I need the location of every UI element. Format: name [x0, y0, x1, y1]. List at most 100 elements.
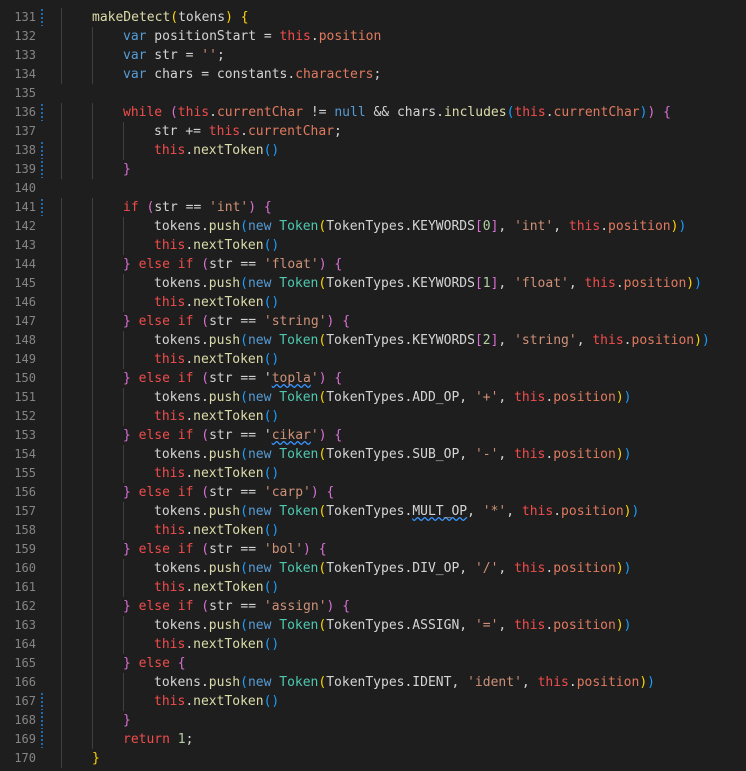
- git-modified-marker[interactable]: [41, 731, 43, 748]
- code-line[interactable]: 164 this.nextToken(): [0, 635, 746, 654]
- code-line[interactable]: 145 tokens.push(new Token(TokenTypes.KEYW…: [0, 274, 746, 293]
- code-text[interactable]: return 1;: [123, 730, 193, 749]
- code-line[interactable]: 132 var positionStart = this.position: [0, 27, 746, 46]
- code-line[interactable]: 138 this.nextToken(): [0, 141, 746, 160]
- code-text[interactable]: var str = '';: [123, 46, 225, 65]
- code-text[interactable]: tokens.push(new Token(TokenTypes.KEYWORD…: [154, 274, 702, 293]
- git-modified-marker[interactable]: [41, 712, 43, 729]
- code-token: }: [123, 314, 131, 329]
- code-line[interactable]: 143 this.nextToken(): [0, 236, 746, 255]
- indent-guide: [92, 198, 93, 217]
- code-line[interactable]: 161 this.nextToken(): [0, 578, 746, 597]
- code-text[interactable]: this.nextToken(): [154, 635, 279, 654]
- code-text[interactable]: this.nextToken(): [154, 236, 279, 255]
- code-line[interactable]: 168}: [0, 711, 746, 730]
- indent-guide: [92, 293, 93, 312]
- code-line[interactable]: 141 if (str == 'int') {: [0, 198, 746, 217]
- code-line[interactable]: 148 tokens.push(new Token(TokenTypes.KEYW…: [0, 331, 746, 350]
- code-line[interactable]: 162} else if (str == 'assign') {: [0, 597, 746, 616]
- code-text[interactable]: tokens.push(new Token(TokenTypes.MULT_OP…: [154, 502, 639, 521]
- indent-guide: [92, 312, 93, 331]
- code-text[interactable]: } else {: [123, 654, 186, 673]
- code-line[interactable]: 151 tokens.push(new Token(TokenTypes.ADD_…: [0, 388, 746, 407]
- code-text[interactable]: } else if (str == 'float') {: [123, 255, 342, 274]
- code-token: if: [123, 200, 139, 215]
- git-modified-marker[interactable]: [41, 199, 43, 216]
- code-line[interactable]: 133 var str = '';: [0, 46, 746, 65]
- code-line[interactable]: 157 tokens.push(new Token(TokenTypes.MULT…: [0, 502, 746, 521]
- code-text[interactable]: while (this.currentChar != null && chars…: [123, 103, 671, 122]
- code-text[interactable]: }: [92, 749, 100, 768]
- line-number: 165: [14, 656, 36, 670]
- code-line[interactable]: 149 this.nextToken(): [0, 350, 746, 369]
- code-text[interactable]: this.nextToken(): [154, 578, 279, 597]
- code-text[interactable]: this.nextToken(): [154, 350, 279, 369]
- code-line[interactable]: 160 tokens.push(new Token(TokenTypes.DIV_…: [0, 559, 746, 578]
- git-modified-marker[interactable]: [41, 693, 43, 710]
- code-text[interactable]: this.nextToken(): [154, 141, 279, 160]
- code-line[interactable]: 139}: [0, 160, 746, 179]
- code-line[interactable]: 152 this.nextToken(): [0, 407, 746, 426]
- code-text[interactable]: } else if (str == 'carp') {: [123, 483, 334, 502]
- git-modified-marker[interactable]: [41, 142, 43, 159]
- code-text[interactable]: this.nextToken(): [154, 293, 279, 312]
- code-text[interactable]: tokens.push(new Token(TokenTypes.DIV_OP,…: [154, 559, 632, 578]
- code-line[interactable]: 137 str += this.currentChar;: [0, 122, 746, 141]
- code-line[interactable]: 131 makeDetect(tokens) {: [0, 8, 746, 27]
- line-number: 134: [14, 67, 36, 81]
- code-text[interactable]: tokens.push(new Token(TokenTypes.ASSIGN,…: [154, 616, 632, 635]
- code-text[interactable]: tokens.push(new Token(TokenTypes.IDENT, …: [154, 673, 655, 692]
- code-line[interactable]: 140: [0, 179, 746, 198]
- code-line[interactable]: 170}: [0, 749, 746, 768]
- git-modified-marker[interactable]: [41, 9, 43, 26]
- code-line[interactable]: 156} else if (str == 'carp') {: [0, 483, 746, 502]
- code-token: push: [208, 276, 241, 291]
- code-line[interactable]: 155 this.nextToken(): [0, 464, 746, 483]
- code-line[interactable]: 169 return 1;: [0, 730, 746, 749]
- code-text[interactable]: tokens.push(new Token(TokenTypes.SUB_OP,…: [154, 445, 632, 464]
- code-line[interactable]: 153} else if (str == 'cikar') {: [0, 426, 746, 445]
- code-text[interactable]: } else if (str == 'topla') {: [123, 369, 342, 388]
- code-token: ): [623, 504, 632, 519]
- code-text[interactable]: str += this.currentChar;: [154, 122, 342, 141]
- code-line[interactable]: 147} else if (str == 'string') {: [0, 312, 746, 331]
- code-line[interactable]: 163 tokens.push(new Token(TokenTypes.ASSI…: [0, 616, 746, 635]
- code-text[interactable]: tokens.push(new Token(TokenTypes.ADD_OP,…: [154, 388, 632, 407]
- code-text[interactable]: makeDetect(tokens) {: [92, 8, 249, 27]
- code-token: (: [201, 485, 210, 500]
- code-line[interactable]: 144} else if (str == 'float') {: [0, 255, 746, 274]
- code-line[interactable]: 167 this.nextToken(): [0, 692, 746, 711]
- code-line[interactable]: 136 while (this.currentChar != null && ch…: [0, 103, 746, 122]
- code-line[interactable]: 150} else if (str == 'topla') {: [0, 369, 746, 388]
- code-line[interactable]: 165 } else {: [0, 654, 746, 673]
- code-text[interactable]: tokens.push(new Token(TokenTypes.KEYWORD…: [154, 217, 686, 236]
- code-line[interactable]: 166 tokens.push(new Token(TokenTypes.IDEN…: [0, 673, 746, 692]
- code-line[interactable]: 142 tokens.push(new Token(TokenTypes.KEYW…: [0, 217, 746, 236]
- code-text[interactable]: var positionStart = this.position: [123, 27, 381, 46]
- code-editor[interactable]: 131 makeDetect(tokens) {132 var positionSt…: [0, 0, 746, 771]
- code-text[interactable]: } else if (str == 'string') {: [123, 312, 350, 331]
- code-text[interactable]: this.nextToken(): [154, 464, 279, 483]
- indent-guide: [92, 521, 93, 540]
- git-modified-marker[interactable]: [41, 161, 43, 178]
- git-modified-marker[interactable]: [41, 104, 43, 121]
- code-text[interactable]: }: [123, 160, 131, 179]
- code-text[interactable]: this.nextToken(): [154, 521, 279, 540]
- code-line[interactable]: 158 this.nextToken(): [0, 521, 746, 540]
- code-text[interactable]: var chars = constants.characters;: [123, 65, 381, 84]
- code-text[interactable]: }: [123, 711, 131, 730]
- code-line[interactable]: 154 tokens.push(new Token(TokenTypes.SUB_…: [0, 445, 746, 464]
- code-text[interactable]: if (str == 'int') {: [123, 198, 272, 217]
- code-text[interactable]: } else if (str == 'bol') {: [123, 540, 327, 559]
- code-text[interactable]: } else if (str == 'assign') {: [123, 597, 350, 616]
- code-line[interactable]: 159} else if (str == 'bol') {: [0, 540, 746, 559]
- code-token: var: [123, 48, 147, 63]
- code-text[interactable]: this.nextToken(): [154, 407, 279, 426]
- code-text[interactable]: tokens.push(new Token(TokenTypes.KEYWORD…: [154, 331, 710, 350]
- code-text[interactable]: } else if (str == 'cikar') {: [123, 426, 342, 445]
- code-text[interactable]: this.nextToken(): [154, 692, 279, 711]
- code-line[interactable]: 135: [0, 84, 746, 103]
- code-line[interactable]: 134 var chars = constants.characters;: [0, 65, 746, 84]
- code-line[interactable]: 146 this.nextToken(): [0, 293, 746, 312]
